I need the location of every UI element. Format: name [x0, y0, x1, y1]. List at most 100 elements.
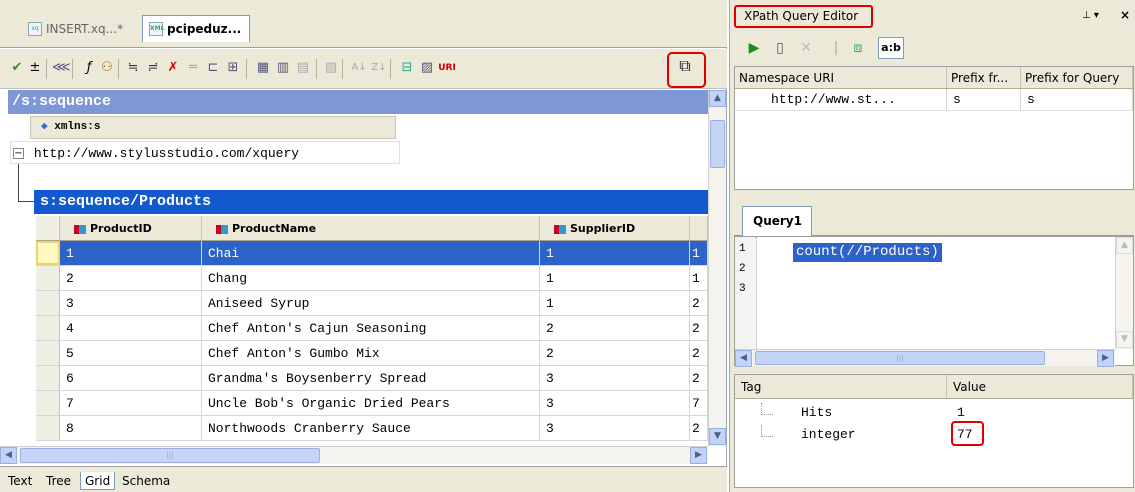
table-row[interactable]: 7 Uncle Bob's Organic Dried Pears 3 7 — [36, 391, 708, 416]
cell-productid[interactable]: 7 — [60, 391, 202, 415]
edit-table-icon[interactable]: ▧ — [322, 59, 340, 77]
scroll-down-icon[interactable]: ▼ — [1116, 331, 1133, 348]
namespace-uri-cell[interactable]: http://www.st... — [735, 89, 947, 110]
scroll-up-icon[interactable]: ▲ — [709, 90, 726, 107]
column-header-value[interactable]: Value — [947, 375, 1133, 398]
cell-supplierid[interactable]: 1 — [540, 291, 690, 315]
table-rows-icon[interactable]: ▤ — [294, 59, 312, 77]
delete-query-icon[interactable]: ✕ — [796, 38, 816, 58]
scroll-right-icon[interactable]: ▶ — [1097, 350, 1114, 367]
table-row[interactable]: 5 Chef Anton's Gumbo Mix 2 2 — [36, 341, 708, 366]
cell-supplierid[interactable]: 1 — [540, 266, 690, 290]
cell-productname[interactable]: Uncle Bob's Organic Dried Pears — [202, 391, 540, 415]
cell-productid[interactable]: 4 — [60, 316, 202, 340]
tab-pcipeduz-xml[interactable]: XML pcipeduz... — [142, 15, 250, 42]
namespace-row[interactable]: − http://www.stylusstudio.com/xquery — [10, 141, 400, 164]
cell-next[interactable]: 2 — [690, 416, 708, 440]
xml-output-icon[interactable]: ⧈ — [848, 38, 868, 58]
new-query-icon[interactable]: ▯ — [770, 38, 790, 58]
insert-child-icon[interactable]: ⊏ — [204, 59, 222, 77]
table-row[interactable]: 8 Northwoods Cranberry Sauce 3 2 — [36, 416, 708, 441]
table-row[interactable]: 2 Chang 1 1 — [36, 266, 708, 291]
cell-supplierid[interactable]: 2 — [540, 316, 690, 340]
insert-row-after-icon[interactable]: ≓ — [144, 59, 162, 77]
row-selector[interactable] — [36, 416, 60, 440]
namespace-prefix-button[interactable]: a:b — [878, 37, 904, 59]
grid-view-icon[interactable]: ⊟ — [398, 59, 416, 77]
cell-next[interactable]: 2 — [690, 341, 708, 365]
row-selector[interactable] — [36, 316, 60, 340]
cell-next[interactable]: 2 — [690, 316, 708, 340]
vertical-scrollbar[interactable]: ▲ ▼ — [708, 90, 726, 446]
cell-productname[interactable]: Aniseed Syrup — [202, 291, 540, 315]
cell-next[interactable]: 1 — [690, 266, 708, 290]
table-split-icon[interactable]: ▨ — [418, 59, 436, 77]
cell-productname[interactable]: Chef Anton's Gumbo Mix — [202, 341, 540, 365]
cell-supplierid[interactable]: 1 — [540, 241, 690, 265]
prefix-from-cell[interactable]: s — [947, 89, 1021, 110]
table-columns-icon[interactable]: ▥ — [274, 59, 292, 77]
row-selector[interactable] — [36, 391, 60, 415]
row-selector[interactable] — [36, 241, 60, 265]
editor-horizontal-scrollbar[interactable]: ◀ ||| ▶ — [735, 349, 1115, 367]
row-selector[interactable] — [36, 366, 60, 390]
row-selector-header[interactable] — [36, 216, 60, 240]
cell-next[interactable]: 2 — [690, 291, 708, 315]
row-selector[interactable] — [36, 291, 60, 315]
cell-next[interactable]: 1 — [690, 241, 708, 265]
table-row[interactable]: 3 Aniseed Syrup 1 2 — [36, 291, 708, 316]
result-row-integer[interactable]: integer 77 — [735, 423, 1135, 447]
tab-query1[interactable]: Query1 — [742, 206, 812, 236]
table-icon[interactable]: ▦ — [254, 59, 272, 77]
function-icon[interactable]: ƒ — [80, 59, 98, 77]
validate-icon[interactable]: ✔ — [8, 59, 26, 77]
cell-supplierid[interactable]: 3 — [540, 416, 690, 440]
editor-vertical-scrollbar[interactable]: ▲ ▼ — [1115, 237, 1133, 349]
tree-icon[interactable]: ⚇ — [98, 59, 116, 77]
tab-insert-xquery[interactable]: xq INSERT.xq...* — [22, 15, 142, 42]
tab-tree[interactable]: Tree — [42, 472, 75, 490]
insert-column-icon[interactable]: ═ — [184, 59, 202, 77]
table-row[interactable]: 4 Chef Anton's Cajun Seasoning 2 2 — [36, 316, 708, 341]
cell-productname[interactable]: Chai — [202, 241, 540, 265]
run-query-icon[interactable]: ▶ — [744, 38, 764, 58]
scroll-thumb[interactable] — [710, 120, 725, 168]
scroll-right-icon[interactable]: ▶ — [690, 447, 707, 464]
scroll-thumb[interactable]: ||| — [20, 448, 320, 463]
query-text[interactable]: count(//Products) — [793, 243, 942, 262]
cell-supplierid[interactable]: 3 — [540, 366, 690, 390]
row-selector[interactable] — [36, 341, 60, 365]
column-header-namespace-uri[interactable]: Namespace URI — [735, 67, 947, 88]
delete-row-icon[interactable]: ✗ — [164, 59, 182, 77]
cell-productid[interactable]: 1 — [60, 241, 202, 265]
sort-ascending-icon[interactable]: A↓ — [350, 59, 368, 77]
cell-productid[interactable]: 5 — [60, 341, 202, 365]
table-row[interactable]: 6 Grandma's Boysenberry Spread 3 2 — [36, 366, 708, 391]
collapse-icon[interactable]: − — [13, 148, 24, 159]
cell-productid[interactable]: 6 — [60, 366, 202, 390]
column-header-productid[interactable]: ProductID — [60, 216, 202, 240]
tab-text[interactable]: Text — [4, 472, 36, 490]
tab-schema[interactable]: Schema — [118, 472, 174, 490]
sort-descending-icon[interactable]: Z↓ — [370, 59, 388, 77]
cell-supplierid[interactable]: 2 — [540, 341, 690, 365]
scroll-up-icon[interactable]: ▲ — [1116, 237, 1133, 254]
cell-next[interactable]: 2 — [690, 366, 708, 390]
table-row[interactable]: 1 Chai 1 1 — [36, 241, 708, 266]
query-editor[interactable]: 1 2 3 count(//Products) ▲ ▼ ◀ ||| ▶ — [734, 236, 1134, 367]
xpath-icon[interactable]: ⋘ — [52, 59, 71, 77]
cell-productname[interactable]: Chang — [202, 266, 540, 290]
column-header-next[interactable] — [690, 216, 708, 240]
prefix-query-cell[interactable]: s — [1021, 89, 1133, 110]
insert-row-before-icon[interactable]: ≒ — [124, 59, 142, 77]
tab-grid[interactable]: Grid — [80, 472, 116, 490]
expand-table-icon[interactable]: ⊞ — [224, 59, 242, 77]
xmlns-column-header[interactable]: ◆ xmlns:s — [30, 116, 396, 139]
column-header-tag[interactable]: Tag — [735, 375, 947, 398]
scroll-down-icon[interactable]: ▼ — [709, 428, 726, 445]
column-header-supplierid[interactable]: SupplierID — [540, 216, 690, 240]
result-row-hits[interactable]: Hits 1 — [735, 401, 1135, 425]
column-header-productname[interactable]: ProductName — [202, 216, 540, 240]
horizontal-scrollbar[interactable]: ◀ ||| ▶ — [0, 446, 708, 464]
cell-productname[interactable]: Northwoods Cranberry Sauce — [202, 416, 540, 440]
